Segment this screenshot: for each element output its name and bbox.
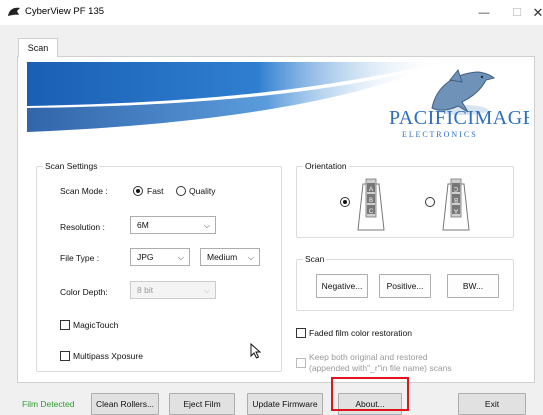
mouse-cursor-icon [250,343,261,359]
chevron-down-icon: ⌵ [177,253,184,262]
close-button[interactable]: ✕ [520,0,543,25]
about-button-highlight [331,377,409,411]
film-holder-portrait-icon: C B A [442,178,470,231]
svg-text:A: A [369,187,373,193]
color-depth-select[interactable]: 8 bit ⌵ [130,281,216,299]
resolution-value: 6M [137,220,149,230]
brand-name: PACIFICIMAGE [389,107,529,129]
file-type-label: File Type : [60,253,100,263]
orientation-group: Orientation [296,161,514,238]
scan-settings-title: Scan Settings [43,161,100,171]
scan-mode-quality-label[interactable]: Quality [189,186,215,196]
color-depth-label: Color Depth: [60,287,108,297]
jpg-quality-select[interactable]: Medium ⌵ [200,248,260,266]
file-type-value: JPG [137,252,154,262]
window-title: CyberView PF 135 [25,6,105,17]
resolution-label: Resolution : [60,222,105,232]
bw-button[interactable]: BW... [447,274,499,298]
tab-scan[interactable]: Scan [18,38,58,57]
title-bar: CyberView PF 135 — ☐ ✕ [0,0,543,25]
svg-text:B: B [454,196,458,202]
pacific-image-banner: PACIFICIMAGE E L E C T R O N I C S [27,62,529,146]
film-status-text: Film Detected [22,399,75,409]
app-window: CyberView PF 135 — ☐ ✕ Scan PACIFICIMAGE… [0,0,543,415]
file-type-select[interactable]: JPG ⌵ [130,248,190,266]
clean-rollers-button[interactable]: Clean Rollers... [91,393,159,415]
color-depth-value: 8 bit [137,285,154,295]
orientation-title: Orientation [303,161,349,171]
keep-both-label-line1: Keep both original and restored [309,352,428,362]
svg-text:B: B [369,198,373,204]
chevron-down-icon: ⌵ [203,286,210,295]
scan-mode-fast-radio[interactable] [133,186,143,196]
chevron-down-icon: ⌵ [247,253,254,262]
negative-button[interactable]: Negative... [316,274,368,298]
svg-text:C: C [369,209,374,215]
scan-settings-group: Scan Settings [36,161,282,372]
magic-touch-checkbox[interactable] [60,320,70,330]
svg-text:C: C [453,185,458,191]
scan-group-title: Scan [303,254,327,264]
orientation-option-1-radio[interactable] [340,197,350,207]
app-logo-icon [8,7,20,16]
multipass-label[interactable]: Multipass Xposure [73,351,143,361]
scan-mode-quality-radio[interactable] [176,186,186,196]
svg-text:A: A [454,207,458,213]
film-holder-landscape-icon: A B C [357,178,385,231]
jpg-quality-value: Medium [207,252,238,262]
keep-both-label-line2: (appended with"_r"in file name) scans [309,363,452,373]
positive-button[interactable]: Positive... [379,274,431,298]
update-firmware-button[interactable]: Update Firmware [247,393,323,415]
keep-both-checkbox[interactable] [296,358,306,368]
faded-restoration-checkbox[interactable] [296,328,306,338]
chevron-down-icon: ⌵ [203,221,210,230]
scan-mode-label: Scan Mode : [60,186,108,196]
eject-film-button[interactable]: Eject Film [169,393,235,415]
faded-restoration-label[interactable]: Faded film color restoration [309,328,412,338]
multipass-checkbox[interactable] [60,351,70,361]
orientation-option-2-radio[interactable] [425,197,435,207]
minimize-button[interactable]: — [466,0,502,25]
brand-subtitle: E L E C T R O N I C S [402,130,476,139]
exit-button[interactable]: Exit [458,393,526,415]
resolution-select[interactable]: 6M ⌵ [130,216,216,234]
scan-mode-fast-label[interactable]: Fast [147,186,164,196]
magic-touch-label[interactable]: MagicTouch [73,320,118,330]
